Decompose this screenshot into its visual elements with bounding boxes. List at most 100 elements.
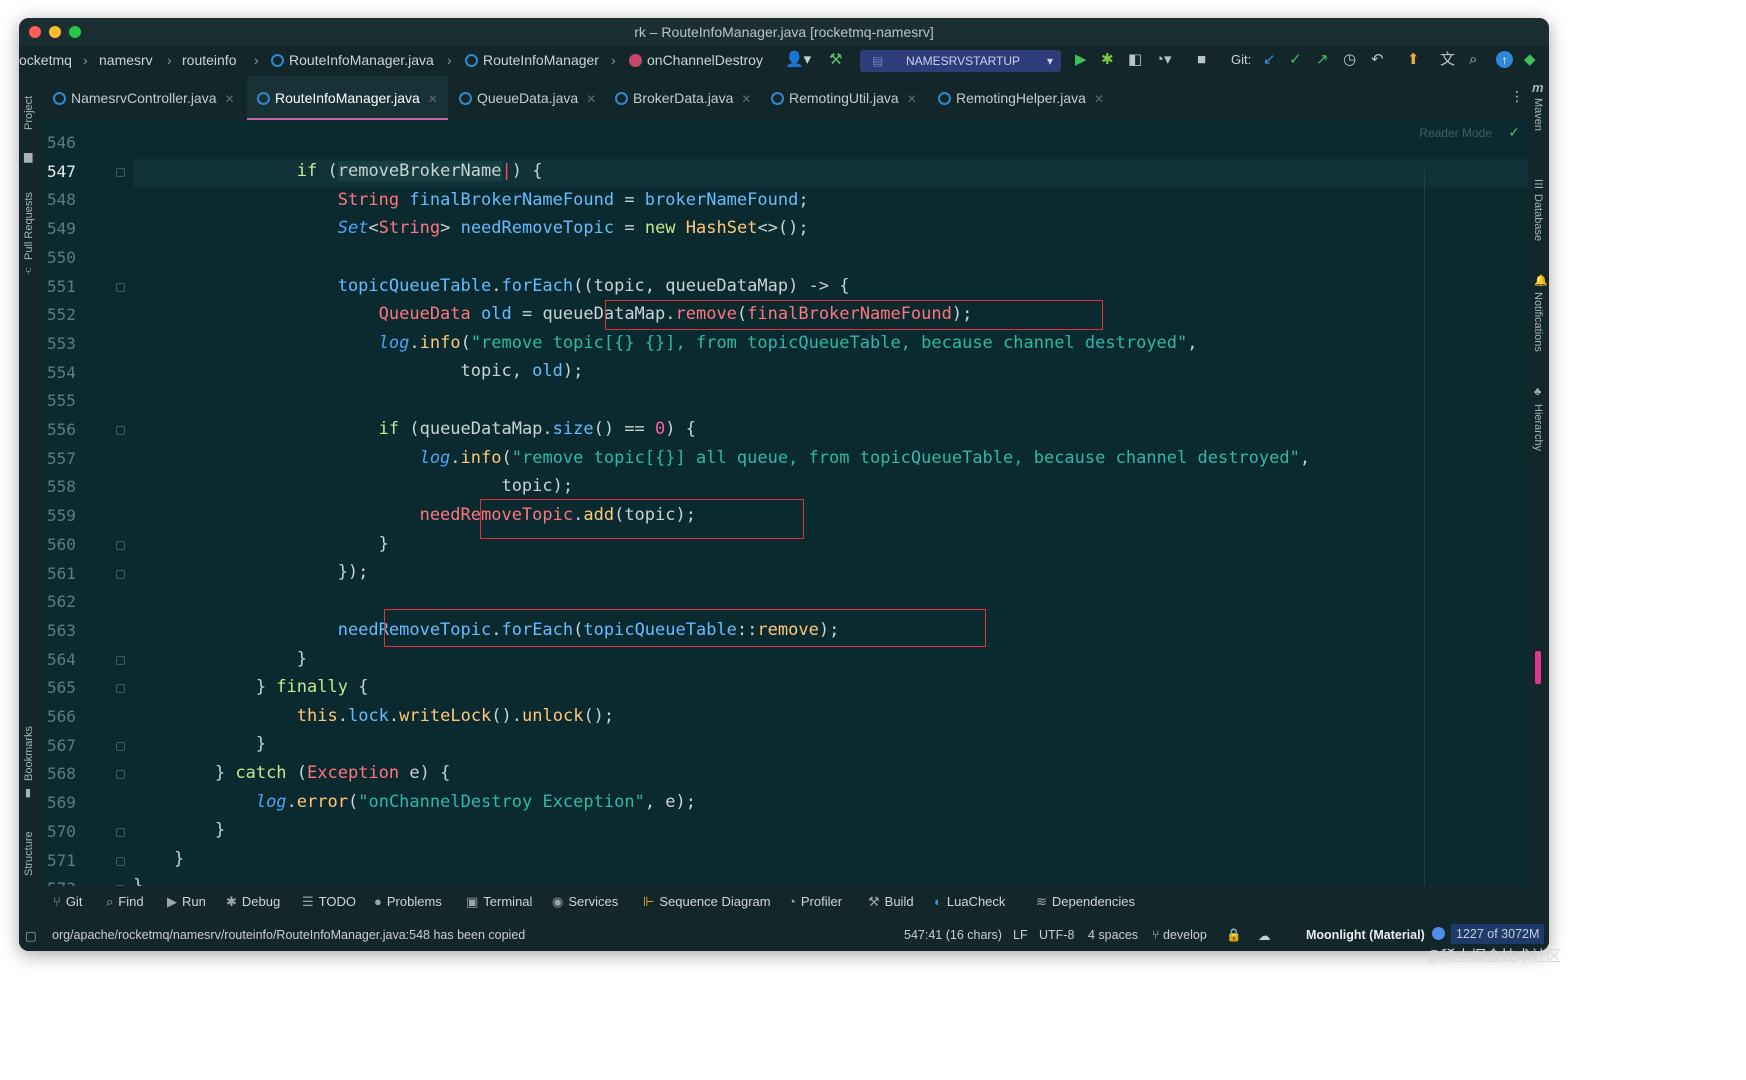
line-number[interactable]: 564: [47, 650, 99, 669]
todo-tool-button[interactable]: ☰ TODO: [302, 894, 356, 910]
minimize-window-button[interactable]: [49, 26, 61, 38]
debug-tool-button[interactable]: ✱ Debug: [226, 894, 280, 910]
user-account-icon[interactable]: 👤▾: [785, 51, 811, 69]
line-number[interactable]: 547: [47, 162, 99, 181]
line-number[interactable]: 552: [47, 305, 99, 324]
build-tool-button[interactable]: ⚒ Build: [868, 894, 914, 910]
close-icon[interactable]: ✕: [225, 92, 235, 106]
hierarchy-tool-button[interactable]: Hierarchy: [1532, 404, 1544, 451]
line-number[interactable]: 550: [47, 248, 99, 267]
find-tool-button[interactable]: ⌕ Find: [106, 894, 144, 910]
update-icon[interactable]: ↑: [1496, 51, 1513, 68]
caret-position[interactable]: 547:41 (16 chars): [904, 928, 1002, 942]
git-tool-button[interactable]: ⑂ Git: [53, 894, 82, 909]
breadcrumb-item-file[interactable]: RouteInfoManager.java: [271, 52, 434, 68]
fold-marker-icon[interactable]: [116, 426, 125, 435]
line-number[interactable]: 549: [47, 219, 99, 238]
tab-brokerdata[interactable]: BrokerData.java ✕: [615, 76, 751, 120]
build-hammer-icon[interactable]: ⚒: [829, 51, 842, 69]
plugin-icon[interactable]: ⬆: [1407, 51, 1420, 69]
terminal-tool-button[interactable]: ▣ Terminal: [466, 894, 532, 910]
maximize-window-button[interactable]: [69, 26, 81, 38]
line-number[interactable]: 570: [47, 822, 99, 841]
tab-queuedata[interactable]: QueueData.java ✕: [459, 76, 596, 120]
git-update-icon[interactable]: ↙: [1263, 51, 1276, 69]
close-window-button[interactable]: [29, 26, 41, 38]
tab-remotingutil[interactable]: RemotingUtil.java ✕: [771, 76, 917, 120]
fold-marker-icon[interactable]: [116, 827, 125, 837]
tab-remotinghelper[interactable]: RemotingHelper.java ✕: [938, 76, 1104, 120]
close-icon[interactable]: ✕: [428, 92, 438, 106]
reader-mode-toggle[interactable]: Reader Mode: [1419, 126, 1492, 140]
line-number[interactable]: 551: [47, 277, 99, 296]
problems-tool-button[interactable]: ● Problems: [374, 894, 442, 909]
more-tabs-icon[interactable]: ⋮: [1510, 88, 1524, 105]
tool-windows-toggle-icon[interactable]: ▢: [25, 928, 37, 943]
close-icon[interactable]: ✕: [907, 92, 917, 106]
fold-marker-icon[interactable]: [116, 167, 125, 177]
structure-tool-button[interactable]: Structure: [23, 831, 35, 876]
project-tool-button[interactable]: Project: [23, 96, 35, 130]
git-rollback-icon[interactable]: ↶: [1371, 51, 1384, 69]
line-ending[interactable]: LF: [1013, 928, 1028, 942]
fold-marker-icon[interactable]: [116, 684, 125, 694]
theme-name[interactable]: Moonlight (Material): [1306, 928, 1425, 942]
run-tool-button[interactable]: ▶ Run: [167, 894, 206, 910]
run-icon[interactable]: ▶: [1075, 51, 1087, 69]
breadcrumb-item-project[interactable]: ocketmq: [19, 52, 72, 68]
breadcrumb-item-namesrv[interactable]: namesrv: [99, 52, 153, 68]
services-tool-button[interactable]: ◉ Services: [552, 894, 618, 910]
git-history-icon[interactable]: ◷: [1343, 51, 1356, 69]
line-number[interactable]: 559: [47, 506, 99, 525]
coverage-icon[interactable]: ◧: [1128, 51, 1142, 69]
profiler-run-icon[interactable]: ◔▾: [1155, 51, 1172, 69]
line-number[interactable]: 553: [47, 334, 99, 353]
close-icon[interactable]: ✕: [741, 92, 751, 106]
fold-marker-icon[interactable]: [116, 741, 125, 751]
memory-indicator[interactable]: 1227 of 3072M: [1451, 924, 1545, 944]
inspection-ok-icon[interactable]: ✓: [1508, 124, 1520, 141]
sequence-diagram-tool-button[interactable]: ⊩ Sequence Diagram: [643, 894, 771, 910]
line-number[interactable]: 548: [47, 190, 99, 209]
git-commit-icon[interactable]: ✓: [1289, 51, 1302, 69]
debug-bug-icon[interactable]: ✱: [1101, 51, 1114, 69]
fold-marker-icon[interactable]: [116, 569, 125, 579]
file-encoding[interactable]: UTF-8: [1039, 928, 1074, 942]
breadcrumb-item-method[interactable]: onChannelDestroy: [629, 52, 763, 68]
line-number[interactable]: 546: [47, 133, 99, 152]
git-push-icon[interactable]: ↗: [1316, 51, 1329, 69]
line-number[interactable]: 558: [47, 477, 99, 496]
line-number[interactable]: 556: [47, 420, 99, 439]
line-number[interactable]: 565: [47, 678, 99, 697]
lock-icon[interactable]: 🔒: [1226, 928, 1242, 943]
line-number[interactable]: 554: [47, 363, 99, 382]
run-configuration-select[interactable]: ▤ NAMESRVSTARTUP ▾: [860, 50, 1061, 72]
line-number[interactable]: 561: [47, 564, 99, 583]
close-icon[interactable]: ✕: [1094, 92, 1104, 106]
cloud-icon[interactable]: ☁: [1258, 928, 1271, 943]
jetbrains-icon[interactable]: ◆: [1524, 51, 1536, 69]
fold-marker-icon[interactable]: [116, 770, 125, 780]
search-icon[interactable]: ⌕: [1469, 51, 1477, 69]
line-number[interactable]: 567: [47, 736, 99, 755]
luacheck-tool-button[interactable]: ◐ LuaCheck: [934, 894, 1005, 909]
line-number[interactable]: 571: [47, 851, 99, 870]
database-tool-button[interactable]: Database: [1532, 194, 1544, 241]
dependencies-tool-button[interactable]: ≋ Dependencies: [1036, 894, 1135, 910]
line-number[interactable]: 568: [47, 764, 99, 783]
line-number[interactable]: 563: [47, 621, 99, 640]
bookmarks-tool-button[interactable]: Bookmarks: [23, 726, 35, 781]
git-branch[interactable]: ⑂ develop: [1152, 928, 1207, 942]
stop-icon[interactable]: ■: [1197, 51, 1206, 69]
line-number[interactable]: 557: [47, 449, 99, 468]
line-number[interactable]: 569: [47, 793, 99, 812]
fold-marker-icon[interactable]: [116, 655, 125, 665]
fold-marker-icon[interactable]: [116, 856, 125, 866]
notifications-tool-button[interactable]: Notifications: [1532, 292, 1544, 352]
line-number[interactable]: 566: [47, 707, 99, 726]
close-icon[interactable]: ✕: [586, 92, 596, 106]
fold-marker-icon[interactable]: [116, 282, 125, 292]
fold-marker-icon[interactable]: [116, 540, 125, 550]
tab-routeinfomanager[interactable]: RouteInfoManager.java ✕: [247, 76, 448, 120]
indent-setting[interactable]: 4 spaces: [1088, 928, 1138, 942]
